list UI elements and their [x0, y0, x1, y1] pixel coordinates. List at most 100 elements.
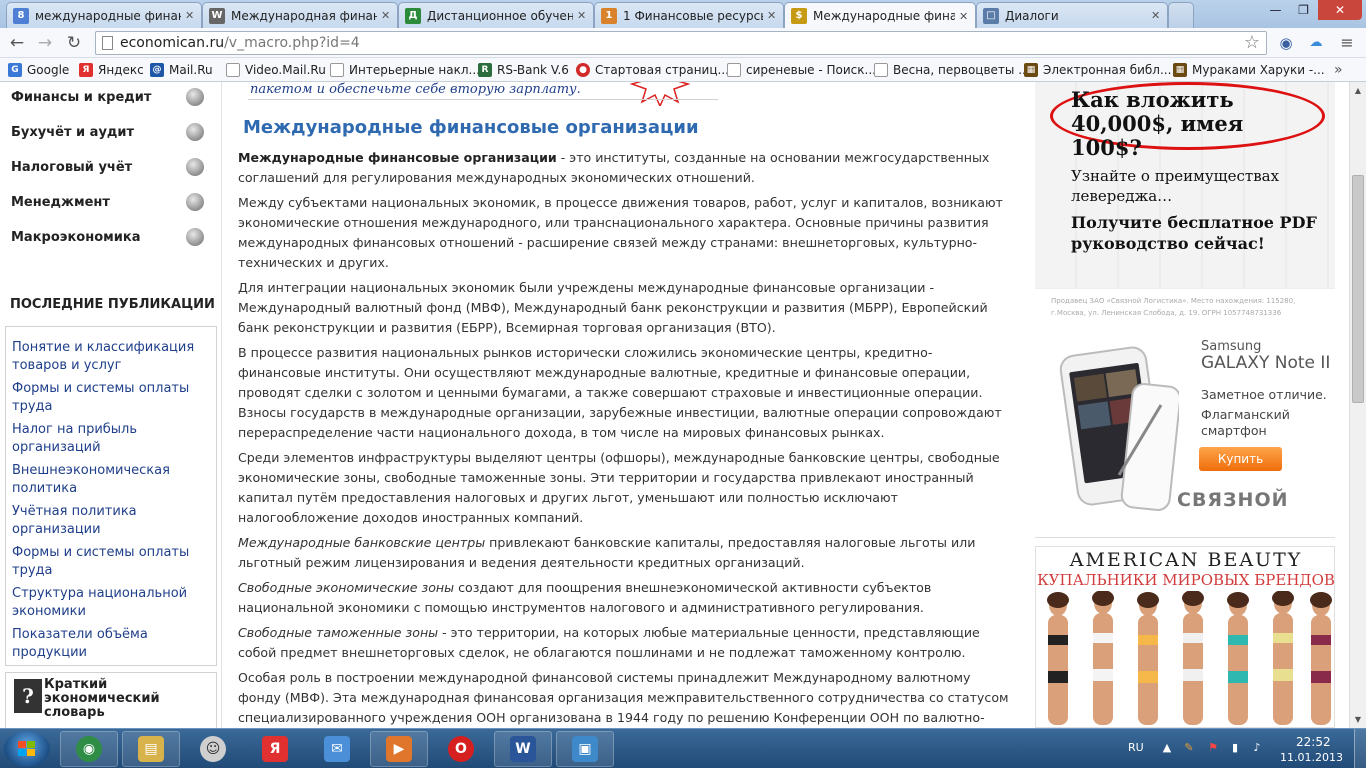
page-scrollbar[interactable]: ▲ ▼: [1349, 82, 1366, 728]
recent-link[interactable]: Понятие и классификация товаров и услуг: [12, 339, 207, 375]
recent-link[interactable]: Внешнеэкономическая политика: [12, 462, 207, 498]
wikipedia-icon: W: [209, 7, 225, 24]
more-bookmarks-icon[interactable]: »: [1334, 62, 1343, 78]
yandex-icon: Я: [79, 63, 93, 77]
eye-extension-icon[interactable]: ◉: [1275, 32, 1297, 54]
bookmark-murakami[interactable]: ▦ Мураками Харуки -...: [1173, 62, 1325, 78]
category-bullet-icon: [186, 158, 204, 176]
taskbar-opera[interactable]: O: [432, 731, 490, 767]
bookmark-rsbank[interactable]: R RS-Bank V.6: [478, 62, 569, 78]
category-accounting-audit[interactable]: Бухучёт и аудит: [11, 125, 134, 140]
taskbar-media-player[interactable]: ▶: [370, 731, 428, 767]
back-arrow-icon[interactable]: ←: [6, 32, 28, 54]
recent-link[interactable]: Формы и системы оплаты труда: [12, 380, 207, 416]
category-finance-credit[interactable]: Финансы и кредит: [11, 90, 151, 105]
url-host: economican.ru: [120, 35, 225, 51]
scroll-down-icon[interactable]: ▼: [1350, 711, 1366, 728]
forex-ad[interactable]: Как вложить 40,000$, имея 100$? Узнайте …: [1035, 82, 1335, 288]
recent-link[interactable]: Налог на прибыль организаций: [12, 421, 207, 457]
bookmark-e-library[interactable]: ▦ Электронная библ...: [1024, 62, 1171, 78]
taskbar-mail[interactable]: ✉: [308, 731, 366, 767]
reload-icon[interactable]: ↻: [63, 32, 85, 54]
window-close-icon[interactable]: ✕: [1318, 0, 1362, 20]
maximize-icon[interactable]: ❐: [1290, 0, 1317, 20]
browser-tab-1[interactable]: 8 международные финанс ✕: [6, 2, 202, 28]
browser-tab-6[interactable]: □ Диалоги ✕: [976, 2, 1168, 28]
recent-link[interactable]: Формы и системы оплаты труда: [12, 544, 207, 580]
promo-starburst-icon: [630, 82, 690, 106]
close-icon[interactable]: ✕: [767, 9, 777, 22]
clock-date[interactable]: 11.01.2013: [1280, 751, 1343, 764]
tray-expand-icon[interactable]: ▲: [1160, 741, 1174, 755]
swimwear-ad[interactable]: AMERICAN BEAUTY КУПАЛЬНИКИ МИРОВЫХ БРЕНД…: [1035, 546, 1335, 728]
menu-icon[interactable]: ≡: [1336, 32, 1358, 54]
category-bullet-icon: [186, 193, 204, 211]
taskbar-explorer[interactable]: ▤: [122, 731, 180, 767]
close-icon[interactable]: ✕: [1151, 9, 1161, 22]
clock-time[interactable]: 22:52: [1296, 735, 1331, 749]
category-management[interactable]: Менеджмент: [11, 195, 110, 210]
volume-icon[interactable]: ♪: [1250, 741, 1264, 755]
recent-link[interactable]: Учётная политика организации: [12, 503, 207, 539]
picture-viewer-icon: ▣: [572, 736, 598, 762]
recent-link[interactable]: Структура национальной экономики: [12, 585, 207, 621]
library-icon: ▦: [1024, 63, 1038, 77]
show-desktop-button[interactable]: [1354, 729, 1366, 768]
bookmark-lilac-search[interactable]: сиреневые - Поиск...: [727, 62, 876, 78]
bookmark-label: Стартовая страниц...: [595, 63, 729, 77]
close-icon[interactable]: ✕: [185, 9, 195, 22]
bookmark-spring[interactable]: Весна, первоцветы ...: [874, 62, 1030, 78]
recent-link[interactable]: Показатели объёма продукции: [12, 626, 207, 662]
start-button[interactable]: [4, 731, 50, 767]
category-macroeconomics[interactable]: Макроэкономика: [11, 230, 140, 245]
forward-arrow-icon[interactable]: →: [34, 32, 56, 54]
svyaznoy-logo: СВЯЗНОЙ: [1177, 489, 1289, 511]
bookmark-label: Мураками Харуки -...: [1192, 63, 1325, 77]
scroll-up-icon[interactable]: ▲: [1350, 82, 1366, 99]
page-icon: [874, 63, 888, 77]
language-indicator[interactable]: RU: [1128, 741, 1144, 754]
bookmarks-bar: G Google Я Яндекс @ Mail.Ru Video.Mail.Ru И…: [0, 58, 1366, 82]
taskbar-app[interactable]: ☺: [184, 731, 242, 767]
paragraph-3: Для интеграции национальных экономик был…: [238, 280, 988, 335]
bookmark-star-icon[interactable]: ☆: [1244, 32, 1260, 53]
browser-tab-2[interactable]: W Международная финанс ✕: [202, 2, 398, 28]
weather-extension-icon[interactable]: ☁: [1305, 32, 1327, 54]
bookmark-label: Яндекс: [98, 63, 144, 77]
paragraph-6: Международные банковские центры привлека…: [238, 533, 1013, 573]
buy-button[interactable]: Купить: [1199, 447, 1282, 471]
new-tab-button[interactable]: [1168, 2, 1194, 28]
network-signal-icon[interactable]: ▮: [1228, 741, 1242, 755]
tray-app-icon[interactable]: ✎: [1182, 741, 1196, 755]
close-icon[interactable]: ✕: [577, 9, 587, 22]
close-icon[interactable]: ✕: [959, 10, 969, 23]
browser-tab-bar: 8 международные финанс ✕ W Международная…: [0, 0, 1366, 29]
address-bar[interactable]: economican.ru/v_macro.php?id=4 ☆: [95, 31, 1267, 55]
category-tax-accounting[interactable]: Налоговый учёт: [11, 160, 132, 175]
taskbar-word[interactable]: W: [494, 731, 552, 767]
promo-banner-text[interactable]: пакетом и обеспечьте себе вторую зарплат…: [250, 82, 581, 97]
browser-tab-5-active[interactable]: $ Международные финанс ✕: [784, 2, 976, 29]
taskbar-picture-viewer[interactable]: ▣: [556, 731, 614, 767]
scroll-thumb[interactable]: [1352, 175, 1364, 403]
bookmark-video-mailru[interactable]: Video.Mail.Ru: [226, 62, 326, 78]
dictionary-label[interactable]: Краткий экономический словарь: [44, 678, 209, 720]
minimize-icon[interactable]: —: [1262, 0, 1289, 20]
browser-tab-3[interactable]: Д Дистанционное обучени ✕: [398, 2, 594, 28]
bookmark-google[interactable]: G Google: [8, 62, 69, 78]
tray-security-icon[interactable]: ⚑: [1206, 741, 1220, 755]
search-engine-icon: 8: [13, 7, 29, 24]
close-icon[interactable]: ✕: [381, 9, 391, 22]
forex-ad-cta[interactable]: Получите бесплатное PDF руководство сейч…: [1071, 212, 1331, 254]
samsung-ad[interactable]: Продавец ЗАО «Связной Логистика». Место …: [1035, 288, 1335, 538]
browser-tab-4[interactable]: 1 1 Финансовые ресурсы м ✕: [594, 2, 784, 28]
term-italic: Свободные таможенные зоны: [238, 625, 439, 640]
taskbar-yandex[interactable]: Я: [246, 731, 304, 767]
bookmark-interior[interactable]: Интерьерные накл...: [330, 62, 480, 78]
taskbar-chrome[interactable]: ◉: [60, 731, 118, 767]
bookmark-start-page[interactable]: ● Стартовая страниц...: [576, 62, 729, 78]
bookmark-mailru[interactable]: @ Mail.Ru: [150, 62, 213, 78]
app-icon: ☺: [200, 736, 226, 762]
dictionary-widget[interactable]: ? Краткий экономический словарь: [5, 672, 217, 728]
bookmark-yandex[interactable]: Я Яндекс: [79, 62, 144, 78]
